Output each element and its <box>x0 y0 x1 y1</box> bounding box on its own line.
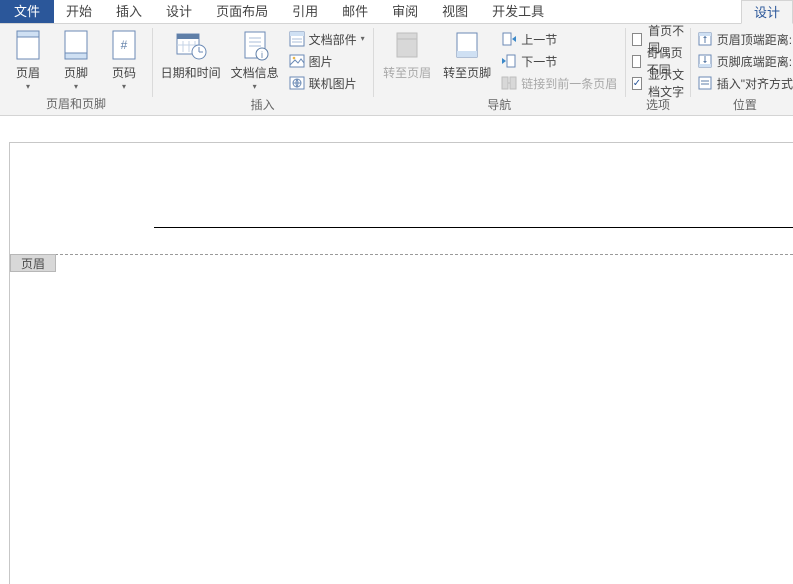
tab-contextual-design[interactable]: 设计 <box>741 0 793 24</box>
next-section-label: 下一节 <box>521 53 557 70</box>
insert-alignment-button[interactable]: 插入"对齐方式 <box>697 72 793 94</box>
chevron-down-icon: ▾ <box>74 82 78 91</box>
checkbox-checked-icon: ✓ <box>632 77 642 90</box>
pagenum-icon: # <box>108 28 140 62</box>
chevron-down-icon: ▾ <box>253 82 257 91</box>
footer-button[interactable]: 页脚 ▾ <box>54 26 98 91</box>
group-header-footer: 页眉 ▾ 页脚 ▾ # 页码 ▾ 页眉和页脚 <box>0 24 152 115</box>
group-caption-position: 位置 <box>697 94 793 116</box>
pagenum-label: 页码 <box>112 66 136 80</box>
onlinepic-button[interactable]: 联机图片 <box>287 72 367 94</box>
tab-mailings[interactable]: 邮件 <box>330 0 380 23</box>
ribbon: 页眉 ▾ 页脚 ▾ # 页码 ▾ 页眉和页脚 <box>0 24 793 116</box>
svg-text:i: i <box>261 50 263 60</box>
header-top-distance-field[interactable]: 页眉顶端距离: <box>697 28 793 50</box>
docinfo-icon: i <box>239 28 271 62</box>
checkbox-icon <box>632 33 642 46</box>
prev-section-label: 上一节 <box>521 31 557 48</box>
group-caption-hf: 页眉和页脚 <box>6 93 146 115</box>
tab-review[interactable]: 审阅 <box>380 0 430 23</box>
goto-footer-button[interactable]: 转至页脚 <box>439 26 495 80</box>
tab-design[interactable]: 设计 <box>154 0 204 23</box>
header-boundary-dashed <box>10 254 793 255</box>
group-insert: 日期和时间 i 文档信息 ▾ 文档部件 ▾ <box>153 24 373 115</box>
footer-bottom-icon <box>697 53 713 69</box>
prev-section-icon <box>501 31 517 47</box>
picture-button[interactable]: 图片 <box>287 50 367 72</box>
insert-alignment-label: 插入"对齐方式 <box>717 75 793 92</box>
onlinepic-icon <box>289 75 305 91</box>
tab-strip: 文件 开始 插入 设计 页面布局 引用 邮件 审阅 视图 开发工具 设计 <box>0 0 793 24</box>
link-previous-icon <box>501 75 517 91</box>
pagenum-button[interactable]: # 页码 ▾ <box>102 26 146 91</box>
chevron-down-icon: ▾ <box>26 82 30 91</box>
link-previous-button: 链接到前一条页眉 <box>499 72 619 94</box>
tab-file[interactable]: 文件 <box>0 0 54 23</box>
docparts-label: 文档部件 <box>309 31 357 48</box>
docinfo-button[interactable]: i 文档信息 ▾ <box>227 26 283 91</box>
chevron-down-icon: ▾ <box>361 34 365 43</box>
next-section-button[interactable]: 下一节 <box>499 50 619 72</box>
picture-icon <box>289 53 305 69</box>
header-tag: 页眉 <box>10 254 56 272</box>
datetime-label: 日期和时间 <box>161 66 221 80</box>
svg-text:#: # <box>121 38 128 52</box>
show-document-text-checkbox[interactable]: ✓ 显示文档文字 <box>632 72 684 94</box>
header-button[interactable]: 页眉 ▾ <box>6 26 50 91</box>
chevron-down-icon: ▾ <box>122 82 126 91</box>
footer-bottom-distance-field[interactable]: 页脚底端距离: <box>697 50 793 72</box>
goto-header-icon <box>391 28 423 62</box>
docparts-icon <box>289 31 305 47</box>
tab-layout[interactable]: 页面布局 <box>204 0 280 23</box>
header-icon <box>12 28 44 62</box>
footer-icon <box>60 28 92 62</box>
onlinepic-label: 联机图片 <box>309 75 357 92</box>
next-section-icon <box>501 53 517 69</box>
group-caption-nav: 导航 <box>379 94 619 116</box>
group-caption-options: 选项 <box>632 94 684 116</box>
checkbox-icon <box>632 55 641 68</box>
docparts-button[interactable]: 文档部件 ▾ <box>287 28 367 50</box>
header-label: 页眉 <box>16 66 40 80</box>
document-area[interactable]: 页眉 <box>0 116 793 584</box>
datetime-icon <box>175 28 207 62</box>
footer-label: 页脚 <box>64 66 88 80</box>
group-position: 页眉顶端距离: 页脚底端距离: 插入"对齐方式 位置 <box>691 24 793 115</box>
tab-home[interactable]: 开始 <box>54 0 104 23</box>
group-options: 首页不同 奇偶页不同 ✓ 显示文档文字 选项 <box>626 24 690 115</box>
group-caption-insert: 插入 <box>159 94 367 116</box>
tab-developer[interactable]: 开发工具 <box>480 0 556 23</box>
goto-footer-icon <box>451 28 483 62</box>
alignment-tab-icon <box>697 75 713 91</box>
tab-view[interactable]: 视图 <box>430 0 480 23</box>
goto-header-button: 转至页眉 <box>379 26 435 80</box>
header-underline <box>154 227 793 228</box>
goto-footer-label: 转至页脚 <box>443 66 491 80</box>
header-top-label: 页眉顶端距离: <box>717 31 792 48</box>
link-previous-label: 链接到前一条页眉 <box>521 75 617 92</box>
header-top-icon <box>697 31 713 47</box>
docinfo-label: 文档信息 <box>231 66 279 80</box>
goto-header-label: 转至页眉 <box>383 66 431 80</box>
footer-bottom-label: 页脚底端距离: <box>717 53 792 70</box>
prev-section-button[interactable]: 上一节 <box>499 28 619 50</box>
datetime-button[interactable]: 日期和时间 <box>159 26 223 80</box>
tab-insert[interactable]: 插入 <box>104 0 154 23</box>
tab-references[interactable]: 引用 <box>280 0 330 23</box>
group-navigation: 转至页眉 转至页脚 上一节 下一节 <box>373 24 625 115</box>
picture-label: 图片 <box>309 53 333 70</box>
page[interactable]: 页眉 <box>9 142 793 584</box>
